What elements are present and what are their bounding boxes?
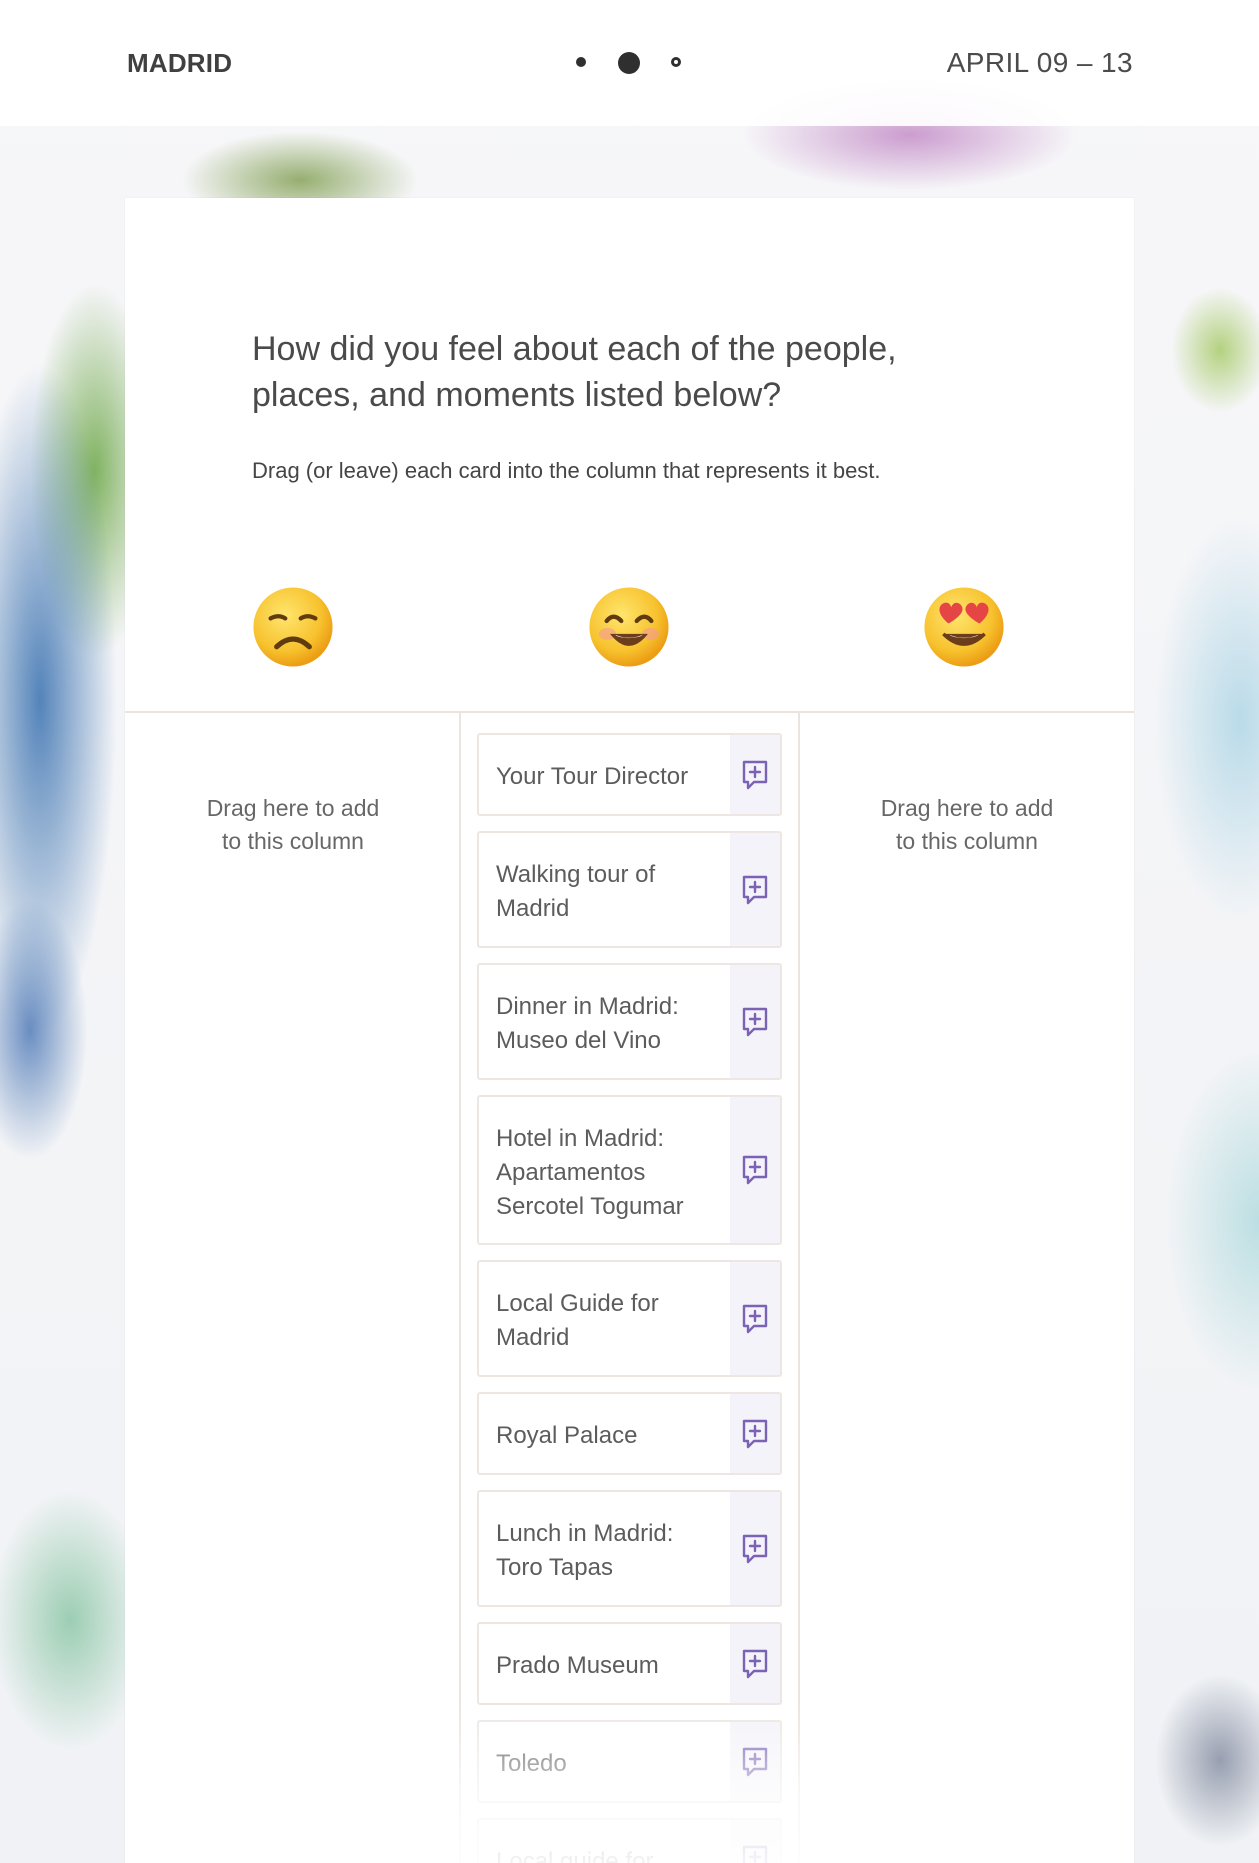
add-comment-button[interactable] xyxy=(730,833,780,946)
trip-title: MADRID xyxy=(127,48,233,78)
add-comment-icon xyxy=(740,1418,770,1450)
draggable-card[interactable]: Toledo xyxy=(477,1720,782,1803)
question-instruction: Drag (or leave) each card into the colum… xyxy=(252,458,881,483)
draggable-card[interactable]: Your Tour Director xyxy=(477,733,782,816)
trip-dates: APRIL 09 – 13 xyxy=(946,47,1133,78)
add-comment-button[interactable] xyxy=(730,965,780,1078)
columns-top-divider xyxy=(125,711,1134,713)
add-comment-icon xyxy=(740,1303,770,1335)
progress-dots xyxy=(570,50,690,76)
disappointed-face-icon xyxy=(250,584,336,670)
add-comment-icon xyxy=(740,1746,770,1778)
drop-zone-left-hint[interactable]: Drag here to add to this column xyxy=(173,792,413,858)
add-comment-icon xyxy=(740,1533,770,1565)
draggable-card[interactable]: Local Guide for Madrid xyxy=(477,1260,782,1377)
progress-step-2[interactable] xyxy=(618,52,640,74)
drop-zone-right-hint[interactable]: Drag here to add to this column xyxy=(847,792,1087,858)
add-comment-icon xyxy=(740,1006,770,1038)
column-divider-right xyxy=(798,713,800,1863)
add-comment-icon xyxy=(740,1844,770,1863)
add-comment-button[interactable] xyxy=(730,1262,780,1375)
draggable-card[interactable]: Local guide for xyxy=(477,1818,782,1863)
draggable-card[interactable]: Royal Palace xyxy=(477,1392,782,1475)
add-comment-icon xyxy=(740,759,770,791)
progress-step-3[interactable] xyxy=(671,57,681,67)
add-comment-icon xyxy=(740,874,770,906)
draggable-card[interactable]: Prado Museum xyxy=(477,1622,782,1705)
smiling-face-icon xyxy=(586,584,672,670)
add-comment-button[interactable] xyxy=(730,1492,780,1605)
add-comment-button[interactable] xyxy=(730,1394,780,1473)
draggable-card[interactable]: Walking tour of Madrid xyxy=(477,831,782,948)
draggable-card[interactable]: Dinner in Madrid: Museo del Vino xyxy=(477,963,782,1080)
draggable-card[interactable]: Hotel in Madrid: Apartamentos Sercotel T… xyxy=(477,1095,782,1245)
add-comment-button[interactable] xyxy=(730,1097,780,1243)
add-comment-icon xyxy=(740,1154,770,1186)
column-divider-left xyxy=(459,713,461,1863)
question-title: How did you feel about each of the peopl… xyxy=(252,330,897,414)
add-comment-button[interactable] xyxy=(730,1624,780,1703)
page-root: MADRID APRIL 09 – 13 How did you feel ab… xyxy=(0,0,1259,1863)
survey-card: How did you feel about each of the peopl… xyxy=(125,198,1134,1863)
progress-step-1[interactable] xyxy=(576,57,586,67)
add-comment-button[interactable] xyxy=(730,1820,780,1863)
add-comment-icon xyxy=(740,1648,770,1680)
add-comment-button[interactable] xyxy=(730,1722,780,1801)
middle-cards-column: Your Tour Director Walking tour of Madri… xyxy=(477,733,782,1863)
add-comment-button[interactable] xyxy=(730,735,780,814)
draggable-card[interactable]: Lunch in Madrid: Toro Tapas xyxy=(477,1490,782,1607)
heart-eyes-face-icon xyxy=(921,584,1007,670)
top-bar: MADRID APRIL 09 – 13 xyxy=(0,0,1259,126)
